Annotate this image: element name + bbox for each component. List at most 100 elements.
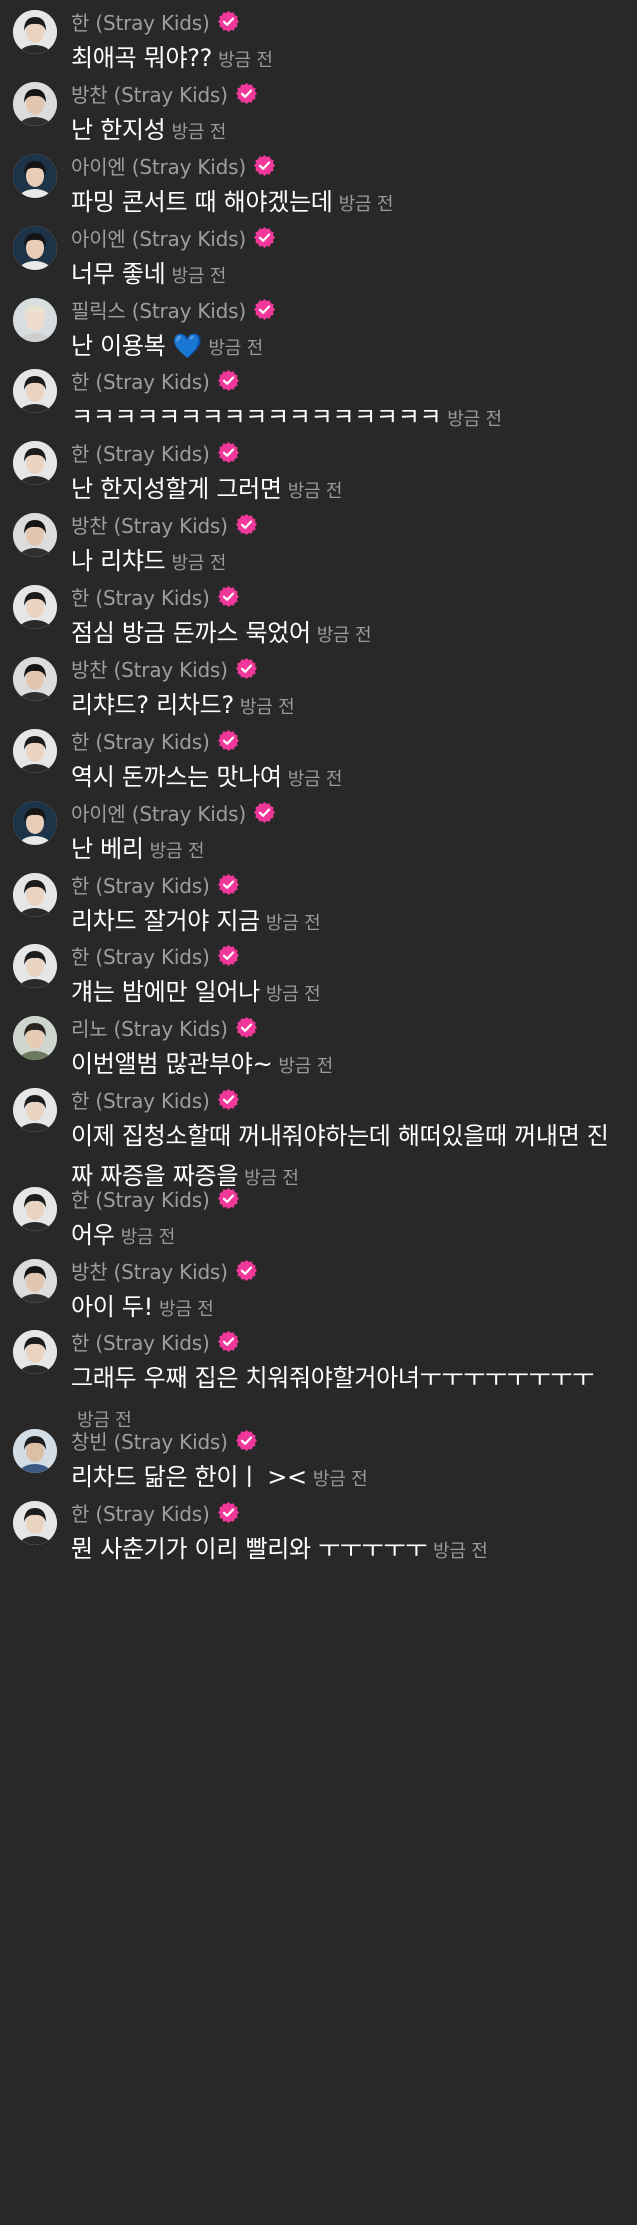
sender-name[interactable]: 한 (Stray Kids) (71, 438, 210, 467)
sender-name[interactable]: 창빈 (Stray Kids) (71, 1426, 228, 1455)
sender-name[interactable]: 방찬 (Stray Kids) (71, 510, 228, 539)
sender-name[interactable]: 필릭스 (Stray Kids) (71, 295, 246, 324)
message-timestamp: 방금 전 (171, 122, 227, 143)
message-timestamp: 방금 전 (447, 409, 502, 430)
avatar[interactable] (13, 441, 57, 485)
message-text: 점심 방금 돈까스 묵었어 (71, 619, 311, 647)
verified-badge-icon (235, 1259, 257, 1281)
avatar[interactable] (13, 1429, 57, 1473)
message-text: 파밍 콘서트 때 해야겠는데 (71, 188, 333, 216)
verified-badge-icon (235, 1016, 257, 1038)
message-text: 난 베리 (71, 835, 144, 863)
verified-badge-icon (217, 441, 239, 463)
message-sender: 한 (Stray Kids) (71, 870, 239, 899)
message-timestamp: 방금 전 (208, 338, 263, 359)
message-timestamp: 방금 전 (265, 984, 321, 1005)
message-sender: 방찬 (Stray Kids) (71, 510, 257, 539)
avatar[interactable] (13, 1330, 57, 1374)
avatar[interactable] (13, 298, 57, 342)
verified-badge-icon (217, 873, 239, 895)
sender-name[interactable]: 방찬 (Stray Kids) (71, 654, 228, 683)
message-text: 어우 (71, 1221, 115, 1249)
message-text: 난 이용복 💙 (71, 332, 203, 360)
message-body: 어우 방금 전 (71, 1215, 611, 1258)
message-text: 난 한지성 (71, 116, 166, 144)
sender-name[interactable]: 한 (Stray Kids) (71, 1498, 210, 1527)
message-body: 점심 방금 돈까스 묵었어 방금 전 (71, 613, 611, 656)
message-text: 그래두 우째 집은 치워줘야할거아녀ㅜㅜㅜㅜㅜㅜㅜㅜ (71, 1364, 594, 1392)
avatar[interactable] (13, 873, 57, 917)
message-body: 역시 돈까스는 맛나여 방금 전 (71, 757, 611, 800)
sender-name[interactable]: 한 (Stray Kids) (71, 870, 210, 899)
sender-name[interactable]: 아이엔 (Stray Kids) (71, 151, 246, 180)
avatar[interactable] (13, 10, 57, 54)
message-sender: 방찬 (Stray Kids) (71, 79, 257, 108)
message-sender: 한 (Stray Kids) (71, 941, 239, 970)
avatar[interactable] (13, 226, 57, 270)
avatar[interactable] (13, 1501, 57, 1545)
message-sender: 방찬 (Stray Kids) (71, 1256, 257, 1285)
message-sender: 아이엔 (Stray Kids) (71, 151, 275, 180)
verified-badge-icon (217, 1187, 239, 1209)
sender-name[interactable]: 방찬 (Stray Kids) (71, 79, 228, 108)
avatar[interactable] (13, 729, 57, 773)
sender-name[interactable]: 한 (Stray Kids) (71, 1184, 210, 1213)
message-timestamp: 방금 전 (244, 1168, 299, 1189)
message-body: 이번앨범 많관부야~ 방금 전 (71, 1044, 611, 1087)
sender-name[interactable]: 한 (Stray Kids) (71, 726, 210, 755)
avatar[interactable] (13, 801, 57, 845)
message-body: 뭔 사춘기가 이리 빨리와 ㅜㅜㅜㅜㅜ 방금 전 (71, 1529, 611, 1572)
sender-name[interactable]: 한 (Stray Kids) (71, 1085, 210, 1114)
avatar[interactable] (13, 585, 57, 629)
message-text: 역시 돈까스는 맛나여 (71, 763, 282, 791)
message-sender: 한 (Stray Kids) (71, 582, 239, 611)
sender-name[interactable]: 아이엔 (Stray Kids) (71, 223, 246, 252)
message-text: 걔는 밤에만 일어나 (71, 978, 260, 1006)
message-body: 리차드 닮은 한이ㅣ >< 방금 전 (71, 1457, 611, 1500)
verified-badge-icon (253, 154, 275, 176)
message-text: 난 한지성할게 그러면 (71, 475, 282, 503)
verified-badge-icon (217, 585, 239, 607)
message-timestamp: 방금 전 (159, 1299, 214, 1320)
message-sender: 창빈 (Stray Kids) (71, 1426, 257, 1455)
message-body: 걔는 밤에만 일어나 방금 전 (71, 972, 611, 1015)
message-body: 리챠드? 리차드? 방금 전 (71, 685, 611, 728)
avatar[interactable] (13, 944, 57, 988)
sender-name[interactable]: 한 (Stray Kids) (71, 941, 210, 970)
message-body: 리차드 잘거야 지금 방금 전 (71, 901, 611, 944)
sender-name[interactable]: 리노 (Stray Kids) (71, 1013, 228, 1042)
message-timestamp: 방금 전 (312, 1469, 368, 1490)
verified-badge-icon (217, 729, 239, 751)
message-timestamp: 방금 전 (287, 769, 343, 790)
avatar[interactable] (13, 657, 57, 701)
sender-name[interactable]: 한 (Stray Kids) (71, 366, 210, 395)
message-body: 난 한지성 방금 전 (71, 110, 611, 153)
sender-name[interactable]: 한 (Stray Kids) (71, 7, 210, 36)
message-timestamp: 방금 전 (338, 194, 394, 215)
message-timestamp: 방금 전 (316, 625, 372, 646)
avatar[interactable] (13, 1187, 57, 1231)
message-text: ㅋㅋㅋㅋㅋㅋㅋㅋㅋㅋㅋㅋㅋㅋㅋㅋㅋ (71, 403, 442, 431)
avatar[interactable] (13, 369, 57, 413)
avatar[interactable] (13, 1016, 57, 1060)
message-timestamp: 방금 전 (433, 1541, 488, 1562)
message-text: 리챠드? 리차드? (71, 691, 234, 719)
message-sender: 한 (Stray Kids) (71, 726, 239, 755)
sender-name[interactable]: 아이엔 (Stray Kids) (71, 798, 246, 827)
verified-badge-icon (235, 82, 257, 104)
message-text: 나 리챠드 (71, 547, 166, 575)
sender-name[interactable]: 한 (Stray Kids) (71, 582, 210, 611)
message-timestamp: 방금 전 (287, 481, 343, 502)
sender-name[interactable]: 한 (Stray Kids) (71, 1327, 210, 1356)
verified-badge-icon (253, 298, 275, 320)
chat-message-list: 한 (Stray Kids) 최애곡 뭐야?? 방금 전 방찬 (Stray Kids… (0, 0, 637, 2225)
avatar[interactable] (13, 154, 57, 198)
sender-name[interactable]: 방찬 (Stray Kids) (71, 1256, 228, 1285)
avatar[interactable] (13, 82, 57, 126)
message-sender: 아이엔 (Stray Kids) (71, 223, 275, 252)
avatar[interactable] (13, 1088, 57, 1132)
message-sender: 한 (Stray Kids) (71, 1498, 239, 1527)
avatar[interactable] (13, 513, 57, 557)
avatar[interactable] (13, 1259, 57, 1303)
message-text: 뭔 사춘기가 이리 빨리와 ㅜㅜㅜㅜㅜ (71, 1535, 428, 1563)
